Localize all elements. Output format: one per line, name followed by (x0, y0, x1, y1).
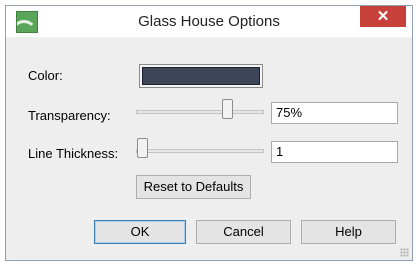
transparency-slider-thumb[interactable] (222, 99, 233, 119)
glass-house-options-dialog: Glass House Options ✕ Color: Transparenc… (5, 5, 413, 261)
help-button[interactable]: Help (301, 220, 396, 244)
cancel-button[interactable]: Cancel (196, 220, 291, 244)
color-label: Color: (28, 68, 63, 83)
resize-grip-icon[interactable] (400, 248, 409, 257)
close-icon: ✕ (376, 8, 390, 25)
line-thickness-label: Line Thickness: (28, 146, 119, 161)
title-bar[interactable]: Glass House Options ✕ (6, 6, 412, 37)
transparency-slider-track[interactable] (136, 110, 264, 114)
ok-button[interactable]: OK (94, 220, 186, 244)
color-preview (142, 67, 260, 85)
close-button[interactable]: ✕ (360, 6, 406, 27)
color-swatch-button[interactable] (139, 64, 263, 88)
dialog-title: Glass House Options (138, 13, 280, 30)
transparency-input[interactable]: 75% (271, 102, 398, 124)
transparency-label: Transparency: (28, 108, 111, 123)
line-thickness-slider-track[interactable] (136, 149, 264, 153)
reset-to-defaults-button[interactable]: Reset to Defaults (136, 175, 251, 199)
line-thickness-slider-thumb[interactable] (137, 138, 148, 158)
line-thickness-input[interactable]: 1 (271, 141, 398, 163)
